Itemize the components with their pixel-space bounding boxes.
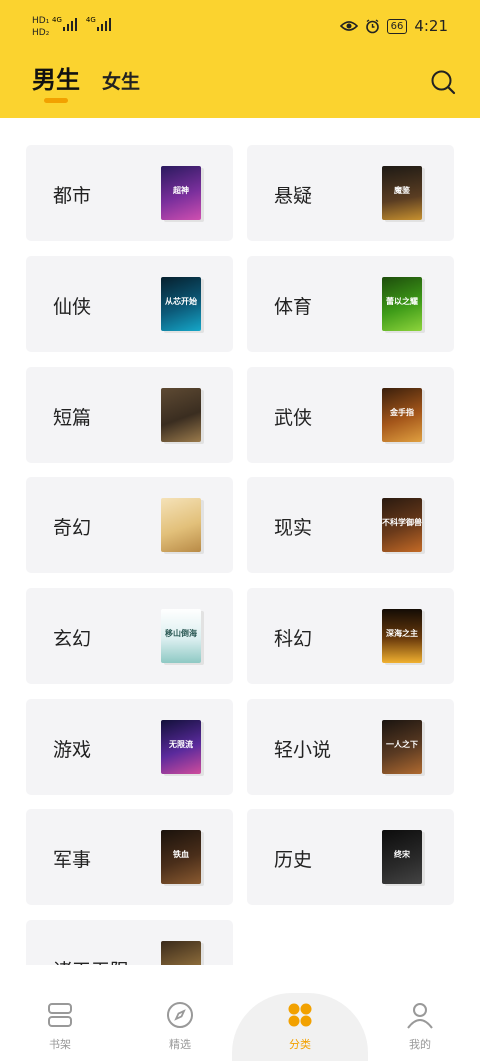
cover-title: 铁血: [173, 850, 189, 859]
cover-title: 魔鉴: [394, 186, 410, 195]
book-cover-image: 蕾以之耀: [382, 277, 422, 331]
category-label: 短篇: [53, 407, 92, 429]
category-card-wuxia[interactable]: 武侠 金手指: [247, 367, 454, 463]
category-card-xuanyi[interactable]: 悬疑 魔鉴: [247, 145, 454, 241]
network-type-2: 4G: [85, 16, 96, 24]
cover-title: 不科学御兽: [382, 518, 422, 527]
category-card-junshi[interactable]: 军事 铁血: [26, 809, 233, 905]
category-label: 玄幻: [53, 628, 92, 650]
status-bar: HD₁ HD₂ 4G 4G 66 4:21: [0, 0, 480, 56]
cover-title: 移山倒海: [165, 629, 197, 638]
book-cover-image: 深海之主: [382, 609, 422, 663]
tab-female[interactable]: 女生: [102, 67, 140, 94]
category-label: 游戏: [53, 739, 92, 761]
top-header: HD₁ HD₂ 4G 4G 66 4:21 男生 女生: [0, 0, 480, 118]
category-card-youxi[interactable]: 游戏 无限流: [26, 699, 233, 795]
tab-male[interactable]: 男生: [32, 60, 80, 95]
book-cover-image: 铁血: [161, 830, 201, 884]
category-label: 现实: [274, 517, 313, 539]
cover-title: 超神: [173, 186, 189, 195]
book-cover-image: 从芯开始: [161, 277, 201, 331]
user-icon: [407, 1003, 433, 1029]
nav-label: 我的: [409, 1038, 431, 1051]
cover-title: 金手指: [390, 408, 414, 417]
alarm-icon: [365, 18, 379, 33]
book-cover-image: 金手指: [382, 388, 422, 442]
category-label: 武侠: [274, 407, 313, 429]
sim2-hd-label: HD₂: [32, 28, 50, 38]
category-label: 科幻: [274, 628, 313, 650]
book-cover-image: [161, 941, 201, 965]
nav-label: 分类: [289, 1038, 311, 1051]
category-label: 诸天无限: [53, 956, 129, 965]
signal-group: 4G 4G: [52, 16, 111, 31]
category-card-qihuan[interactable]: 奇幻: [26, 477, 233, 573]
category-grid: 都市 超神 悬疑 魔鉴 仙侠 从芯开始 体育 蕾以之耀 短篇 武侠 金手指 奇幻…: [26, 145, 454, 965]
cover-title: 终宋: [394, 850, 410, 859]
cover-title: 深海之主: [386, 629, 418, 638]
nav-label: 书架: [49, 1038, 71, 1051]
cover-title: 无限流: [169, 740, 193, 749]
signal-bars-2-icon: [96, 17, 111, 31]
category-card-tiyu[interactable]: 体育 蕾以之耀: [247, 256, 454, 352]
book-cover-image: [161, 388, 201, 442]
category-card-zhutianwuxian[interactable]: 诸天无限: [26, 920, 233, 965]
cover-title: 一人之下: [386, 740, 418, 749]
book-cover-image: 移山倒海: [161, 609, 201, 663]
book-cover-image: 一人之下: [382, 720, 422, 774]
category-card-qingxiaoshuo[interactable]: 轻小说 一人之下: [247, 699, 454, 795]
status-right: 66 4:21: [339, 17, 448, 35]
book-cover-image: 不科学御兽: [382, 498, 422, 552]
nav-category[interactable]: 分类: [260, 1000, 340, 1052]
nav-profile[interactable]: 我的: [380, 1000, 460, 1052]
compass-icon: [167, 1002, 193, 1028]
category-label: 轻小说: [274, 739, 332, 761]
active-tab-indicator: [44, 98, 68, 103]
nav-featured[interactable]: 精选: [140, 1000, 220, 1052]
gender-tabs: 男生 女生: [32, 60, 140, 95]
category-card-xianshi[interactable]: 现实 不科学御兽: [247, 477, 454, 573]
book-cover-image: 超神: [161, 166, 201, 220]
category-grid-icon: [288, 1003, 312, 1027]
search-icon[interactable]: [430, 69, 456, 95]
category-card-lishi[interactable]: 历史 终宋: [247, 809, 454, 905]
nav-label: 精选: [169, 1038, 191, 1051]
network-type-1: 4G: [52, 16, 62, 24]
signal-bars-1-icon: [62, 17, 77, 31]
category-label: 奇幻: [53, 517, 92, 539]
nav-bookshelf[interactable]: 书架: [20, 1000, 100, 1052]
category-label: 历史: [274, 849, 313, 871]
eye-icon: [339, 21, 358, 31]
category-card-xianxia[interactable]: 仙侠 从芯开始: [26, 256, 233, 352]
battery-level: 66: [386, 18, 408, 34]
category-card-duanpian[interactable]: 短篇: [26, 367, 233, 463]
cover-title: 从芯开始: [165, 297, 197, 306]
category-label: 军事: [53, 849, 92, 871]
category-card-dushi[interactable]: 都市 超神: [26, 145, 233, 241]
category-label: 体育: [274, 296, 313, 318]
book-cover-image: [161, 498, 201, 552]
sim-indicators: HD₁ HD₂: [32, 15, 49, 39]
category-label: 都市: [53, 185, 92, 207]
category-label: 仙侠: [53, 296, 92, 318]
cover-title: 蕾以之耀: [386, 297, 418, 306]
book-cover-image: 无限流: [161, 720, 201, 774]
category-card-xuanhuan[interactable]: 玄幻 移山倒海: [26, 588, 233, 684]
bookshelf-icon: [48, 1003, 72, 1027]
sim1-hd-label: HD₁: [32, 16, 50, 26]
book-cover-image: 终宋: [382, 830, 422, 884]
book-cover-image: 魔鉴: [382, 166, 422, 220]
category-label: 悬疑: [274, 185, 313, 207]
clock-time: 4:21: [414, 17, 448, 35]
category-card-kehuan[interactable]: 科幻 深海之主: [247, 588, 454, 684]
